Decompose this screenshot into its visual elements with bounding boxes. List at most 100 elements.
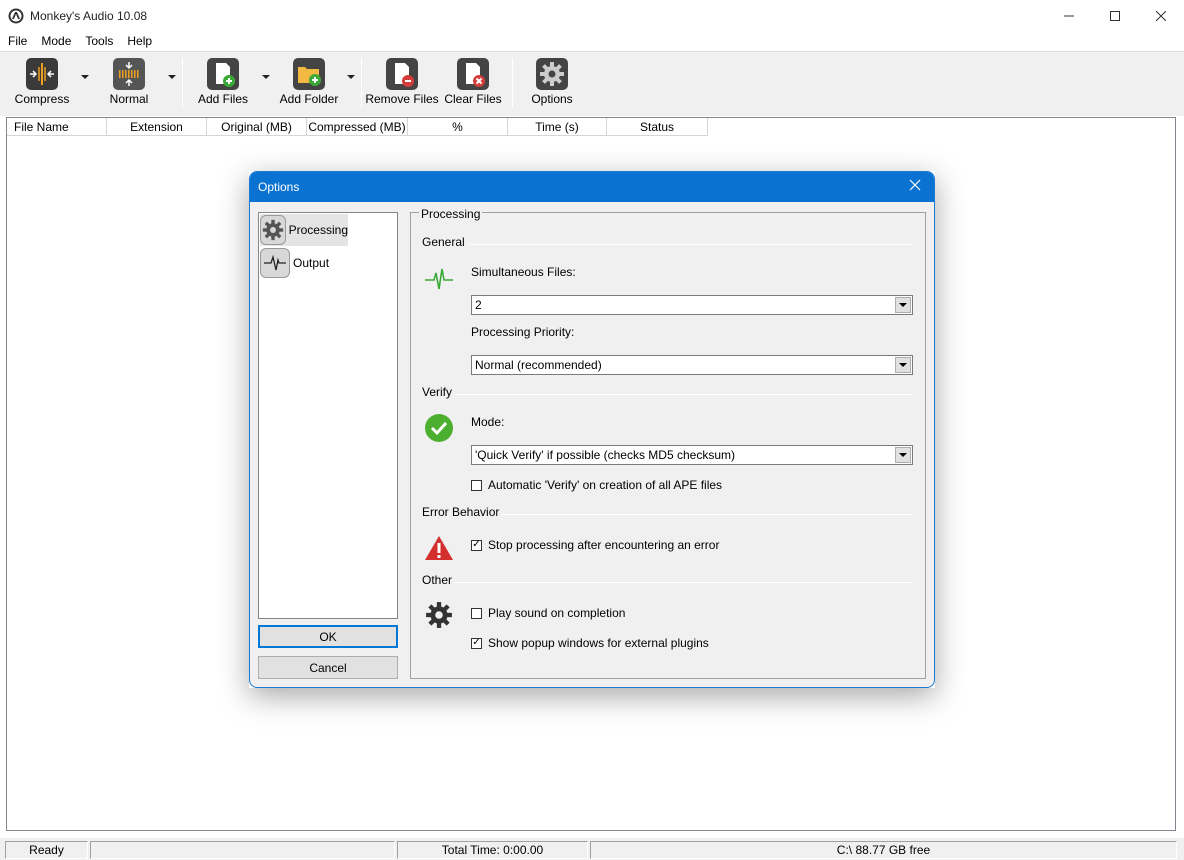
simultaneous-files-select[interactable]: 2 [471, 295, 913, 315]
monkey-logo-icon [8, 8, 24, 23]
add-files-dropdown-arrow[interactable] [262, 75, 270, 79]
remove-files-icon [386, 58, 418, 90]
toolbar: Compress Normal Add Files Add Folder Rem… [0, 51, 1184, 116]
column-file-name[interactable]: File Name [7, 118, 107, 136]
column-compressed-mb[interactable]: Compressed (MB) [307, 118, 408, 136]
add-files-icon [207, 58, 239, 90]
status-ready: Ready [5, 841, 88, 859]
output-waveform-icon [260, 248, 290, 278]
settings-gear-icon [424, 600, 454, 630]
options-dialog: Options Processing Output OK Cancel Proc… [249, 171, 935, 688]
menu-mode[interactable]: Mode [34, 34, 78, 48]
toolbar-separator [182, 58, 183, 108]
options-label: Options [531, 92, 573, 106]
panel-title: Processing [419, 207, 483, 221]
warning-icon [424, 533, 454, 563]
minimize-icon [1064, 15, 1074, 16]
options-button[interactable]: Options [531, 58, 573, 106]
add-folder-dropdown-arrow[interactable] [347, 75, 355, 79]
status-disk-free: C:\ 88.77 GB free [590, 841, 1177, 859]
normal-level-icon [113, 58, 145, 90]
verify-mode-value: 'Quick Verify' if possible (checks MD5 c… [475, 448, 735, 462]
close-icon [909, 179, 921, 191]
menu-help[interactable]: Help [120, 34, 159, 48]
verify-mode-label: Mode: [471, 415, 505, 429]
dropdown-button[interactable] [895, 357, 911, 373]
section-verify-title: Verify [422, 385, 453, 399]
compress-icon [26, 58, 58, 90]
dialog-title: Options [258, 180, 300, 194]
processing-priority-select[interactable]: Normal (recommended) [471, 355, 913, 375]
play-sound-checkbox[interactable] [471, 607, 482, 619]
add-folder-icon [293, 58, 325, 90]
auto-verify-checkbox-row[interactable]: Automatic 'Verify' on creation of all AP… [471, 478, 722, 492]
section-general-title: General [422, 235, 465, 249]
minimize-button[interactable] [1046, 0, 1092, 31]
compress-button[interactable]: Compress [15, 58, 69, 106]
remove-files-button[interactable]: Remove Files [365, 58, 439, 106]
dropdown-button[interactable] [895, 447, 911, 463]
processing-priority-value: Normal (recommended) [475, 358, 602, 372]
title-bar: Monkey's Audio 10.08 [0, 0, 1184, 31]
chevron-down-icon [899, 303, 907, 307]
add-folder-button[interactable]: Add Folder [279, 58, 339, 106]
cancel-button[interactable]: Cancel [258, 656, 398, 679]
column-status[interactable]: Status [607, 118, 708, 136]
column-extension[interactable]: Extension [107, 118, 207, 136]
stop-processing-label: Stop processing after encountering an er… [488, 538, 720, 552]
maximize-icon [1110, 10, 1120, 21]
compress-label: Compress [14, 92, 70, 106]
normal-dropdown-arrow[interactable] [168, 75, 176, 79]
activity-pulse-icon [424, 264, 454, 294]
clear-files-icon [457, 58, 489, 90]
processing-priority-label: Processing Priority: [471, 325, 575, 339]
ok-button[interactable]: OK [258, 625, 398, 648]
add-files-button[interactable]: Add Files [198, 58, 248, 106]
column-percent[interactable]: % [408, 118, 508, 136]
status-empty-pane [90, 841, 395, 859]
close-button[interactable] [1138, 0, 1184, 31]
section-divider [501, 514, 913, 515]
clear-files-button[interactable]: Clear Files [444, 58, 502, 106]
show-popup-checkbox-row[interactable]: ✓ Show popup windows for external plugin… [471, 636, 709, 650]
normal-label: Normal [109, 92, 149, 106]
maximize-button[interactable] [1092, 0, 1138, 31]
column-original-mb[interactable]: Original (MB) [207, 118, 307, 136]
options-nav-list: Processing Output [258, 212, 398, 619]
dialog-close-button[interactable] [906, 178, 924, 196]
auto-verify-label: Automatic 'Verify' on creation of all AP… [488, 478, 723, 492]
play-sound-checkbox-row[interactable]: Play sound on completion [471, 606, 625, 620]
verify-mode-select[interactable]: 'Quick Verify' if possible (checks MD5 c… [471, 445, 913, 465]
menu-bar: File Mode Tools Help [0, 31, 1184, 51]
dialog-title-bar: Options [250, 172, 934, 202]
toolbar-separator [512, 58, 513, 108]
nav-item-output[interactable]: Output [260, 247, 348, 279]
auto-verify-checkbox[interactable] [471, 479, 482, 491]
dropdown-button[interactable] [895, 297, 911, 313]
nav-label-processing: Processing [288, 223, 348, 237]
section-error-title: Error Behavior [422, 505, 500, 519]
stop-processing-checkbox[interactable]: ✓ [471, 539, 482, 551]
status-total-time: Total Time: 0:00.00 [397, 841, 588, 859]
processing-panel: Processing General Simultaneous Files: 2… [410, 207, 926, 679]
processing-gear-icon [260, 215, 286, 245]
add-files-label: Add Files [197, 92, 249, 106]
verify-check-icon [424, 413, 454, 443]
status-bar: Ready Total Time: 0:00.00 C:\ 88.77 GB f… [0, 838, 1184, 860]
section-divider [469, 244, 913, 245]
section-other-title: Other [422, 573, 453, 587]
chevron-down-icon [899, 453, 907, 457]
play-sound-label: Play sound on completion [488, 606, 626, 620]
list-header: File Name Extension Original (MB) Compre… [7, 118, 708, 136]
simultaneous-files-value: 2 [475, 298, 482, 312]
menu-file[interactable]: File [0, 34, 34, 48]
column-time[interactable]: Time (s) [508, 118, 607, 136]
stop-processing-checkbox-row[interactable]: ✓ Stop processing after encountering an … [471, 538, 719, 552]
show-popup-checkbox[interactable]: ✓ [471, 637, 482, 649]
compress-dropdown-arrow[interactable] [81, 75, 89, 79]
add-folder-label: Add Folder [279, 92, 339, 106]
clear-files-label: Clear Files [444, 92, 502, 106]
normal-button[interactable]: Normal [110, 58, 148, 106]
menu-tools[interactable]: Tools [78, 34, 120, 48]
nav-item-processing[interactable]: Processing [260, 214, 348, 246]
